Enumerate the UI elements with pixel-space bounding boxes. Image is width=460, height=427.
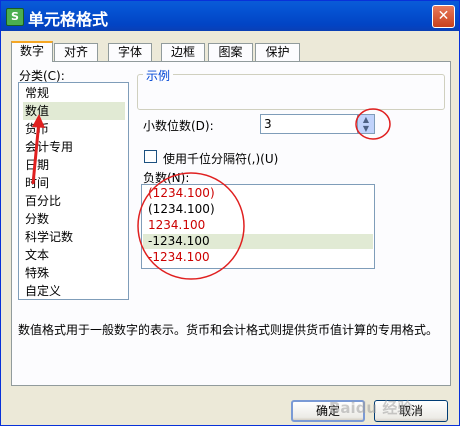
tab-border[interactable]: 边框 [161, 43, 205, 61]
format-description: 数值格式用于一般数字的表示。货币和会计格式则提供货币值计算的专用格式。 [18, 323, 439, 337]
category-item[interactable]: 特殊 [23, 264, 125, 282]
decimal-places-value: 3 [264, 117, 272, 131]
category-item[interactable]: 货币 [23, 120, 125, 138]
baidu-watermark: Baidu 经验 [329, 399, 413, 417]
negative-item[interactable]: (1234.100) [143, 186, 373, 201]
negative-item[interactable]: (1234.100) [143, 202, 373, 217]
negative-item[interactable]: 1234.100 [143, 218, 373, 233]
tab-font[interactable]: 字体 [108, 43, 152, 61]
close-button[interactable]: ✕ [432, 5, 455, 28]
category-item[interactable]: 分数 [23, 210, 125, 228]
app-logo-icon: S [6, 8, 24, 26]
category-list[interactable]: 常规 数值 货币 会计专用 日期 时间 百分比 分数 科学记数 文本 特殊 自定… [18, 82, 129, 300]
spin-up-icon[interactable]: ▲ [358, 115, 374, 124]
thousands-separator-checkbox[interactable] [144, 150, 157, 163]
category-item[interactable]: 自定义 [23, 282, 125, 300]
category-item[interactable]: 常规 [23, 84, 125, 102]
format-cells-dialog: S 单元格格式 ✕ 数字 对齐 字体 边框 图案 保护 分类(C): 常规 数值… [0, 0, 460, 426]
category-item[interactable]: 科学记数 [23, 228, 125, 246]
spin-down-icon[interactable]: ▼ [358, 124, 374, 133]
category-item[interactable]: 日期 [23, 156, 125, 174]
sample-groupbox [137, 74, 445, 110]
category-item[interactable]: 时间 [23, 174, 125, 192]
tab-alignment[interactable]: 对齐 [54, 43, 98, 61]
tab-protection[interactable]: 保护 [255, 43, 300, 61]
category-item[interactable]: 百分比 [23, 192, 125, 210]
negative-item-selected[interactable]: -1234.100 [143, 234, 373, 249]
negative-item[interactable]: -1234.100 [143, 250, 373, 265]
tab-number[interactable]: 数字 [11, 41, 53, 62]
sample-label: 示例 [143, 67, 174, 84]
decimal-places-label: 小数位数(D): [143, 119, 214, 133]
thousands-separator-label: 使用千位分隔符(,)(U) [163, 152, 279, 166]
category-item[interactable]: 会计专用 [23, 138, 125, 156]
negative-numbers-list[interactable]: (1234.100) (1234.100) 1234.100 -1234.100… [141, 184, 375, 269]
tab-pattern[interactable]: 图案 [208, 43, 253, 61]
category-item[interactable]: 文本 [23, 246, 125, 264]
category-item-selected[interactable]: 数值 [23, 102, 125, 120]
decimal-spinner[interactable]: ▲ ▼ [357, 115, 374, 133]
title-bar[interactable]: S 单元格格式 ✕ [1, 1, 459, 31]
window-title: 单元格格式 [28, 10, 109, 29]
